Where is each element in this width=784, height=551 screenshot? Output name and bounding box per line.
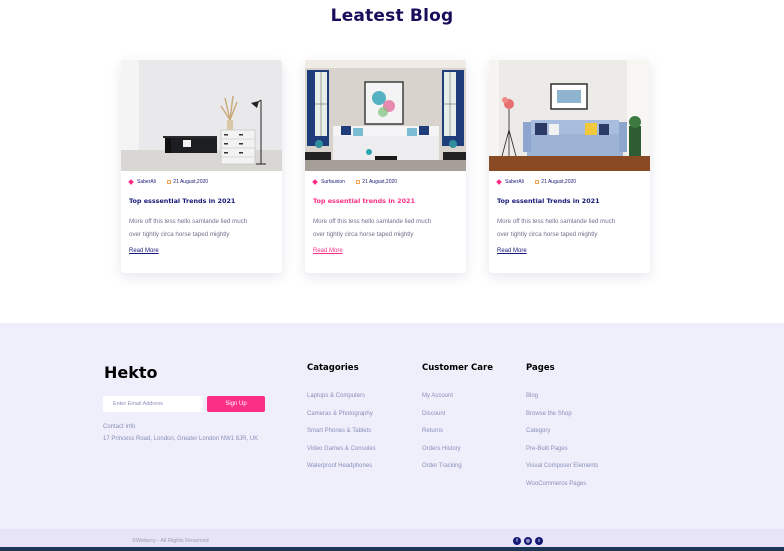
- calendar-icon: [167, 180, 172, 184]
- pen-icon: [312, 179, 318, 185]
- contact-address: 17 Princess Road, London, Greater London…: [103, 436, 259, 442]
- blog-card[interactable]: SaberAli 21 August,2020 Top esssential T…: [121, 60, 282, 273]
- post-excerpt: More off this less hello samlande lied m…: [497, 215, 644, 241]
- excerpt-line: over tightly circa horse taped mightly: [129, 231, 230, 238]
- blog-card[interactable]: SaberAli 21 August,2020 Top essential Tr…: [489, 60, 650, 273]
- blog-image-living-room[interactable]: [489, 60, 650, 171]
- post-excerpt: More off this less hello samlande lied m…: [129, 215, 276, 241]
- column-title: Pages: [526, 363, 555, 373]
- excerpt-line: over tightly circa horse taped mightly: [497, 231, 598, 238]
- footer-link[interactable]: Blog: [526, 393, 598, 411]
- footer-brand-logo[interactable]: Hekto: [104, 363, 158, 382]
- footer-column-customer-care: Customer Care My Account Discount Return…: [422, 363, 493, 481]
- excerpt-line: over tightly circa horse taped mightly: [313, 231, 414, 238]
- post-meta: SaberAli 21 August,2020: [496, 179, 644, 187]
- footer-link[interactable]: Pre-Built Pages: [526, 446, 598, 464]
- post-meta: SaberAli 21 August,2020: [128, 179, 276, 187]
- pen-icon: [496, 179, 502, 185]
- page-bottom-edge: [0, 547, 784, 551]
- post-date: 21 August,2020: [541, 179, 577, 185]
- calendar-icon: [535, 180, 540, 184]
- footer-link[interactable]: Browse the Shop: [526, 411, 598, 429]
- footer-link[interactable]: Video Games & Consoles: [307, 446, 376, 464]
- blog-image-living-room[interactable]: [121, 60, 282, 171]
- pen-icon: [128, 179, 134, 185]
- twitter-icon[interactable]: t: [535, 537, 543, 545]
- footer-column-categories: Catagories Laptops & Computers Cameras &…: [307, 363, 376, 481]
- read-more-link[interactable]: Read More: [497, 248, 527, 254]
- blog-card[interactable]: Surfauxion 21 August,2020 Top essential …: [305, 60, 466, 273]
- contact-info-label: Contact Info: [103, 424, 136, 430]
- post-title[interactable]: Top esssential Trends in 2021: [129, 197, 276, 205]
- footer-link[interactable]: Cameras & Photography: [307, 411, 376, 429]
- read-more-link[interactable]: Read More: [129, 248, 159, 254]
- footer-link[interactable]: Orders History: [422, 446, 493, 464]
- read-more-link[interactable]: Read More: [313, 248, 343, 254]
- footer-link[interactable]: WooCommerce Pages: [526, 481, 598, 499]
- footer-link[interactable]: Laptops & Computers: [307, 393, 376, 411]
- footer-link[interactable]: Discount: [422, 411, 493, 429]
- signup-button[interactable]: Sign Up: [207, 396, 265, 412]
- post-meta: Surfauxion 21 August,2020: [312, 179, 460, 187]
- post-author: SaberAli: [505, 179, 524, 185]
- column-title: Catagories: [307, 363, 359, 373]
- calendar-icon: [356, 180, 361, 184]
- post-title[interactable]: Top essential trends in 2021: [313, 197, 460, 205]
- column-title: Customer Care: [422, 363, 493, 373]
- instagram-icon[interactable]: ◎: [524, 537, 532, 545]
- excerpt-line: More off this less hello samlande lied m…: [497, 218, 616, 225]
- blog-section: Leatest Blog SaberAli 21 August,2020 Top…: [0, 0, 784, 323]
- section-title: Leatest Blog: [330, 6, 454, 26]
- footer-column-pages: Pages Blog Browse the Shop Category Pre-…: [526, 363, 598, 498]
- post-author: Surfauxion: [321, 179, 345, 185]
- footer-link[interactable]: Visual Composer Elements: [526, 463, 598, 481]
- footer-link[interactable]: Smart Phones & Tablets: [307, 428, 376, 446]
- excerpt-line: More off this less hello samlande lied m…: [313, 218, 432, 225]
- copyright-text: ©Webecy - All Rights Reserved: [132, 538, 209, 544]
- footer-link[interactable]: Returns: [422, 428, 493, 446]
- post-title[interactable]: Top essential Trends in 2021: [497, 197, 644, 205]
- social-links: f ◎ t: [513, 537, 543, 545]
- excerpt-line: More off this less hello samlande lied m…: [129, 218, 248, 225]
- footer-link[interactable]: My Account: [422, 393, 493, 411]
- post-date: 21 August,2020: [173, 179, 209, 185]
- post-author: SaberAli: [137, 179, 156, 185]
- blog-image-living-room[interactable]: [305, 60, 466, 171]
- footer-link[interactable]: Category: [526, 428, 598, 446]
- facebook-icon[interactable]: f: [513, 537, 521, 545]
- site-footer: Hekto Sign Up Contact Info 17 Princess R…: [0, 323, 784, 529]
- footer-link[interactable]: Order Tracking: [422, 463, 493, 481]
- bottom-bar: ©Webecy - All Rights Reserved f ◎ t: [0, 529, 784, 547]
- post-date: 21 August,2020: [362, 179, 398, 185]
- newsletter-email-input[interactable]: [103, 396, 203, 412]
- post-excerpt: More off this less hello samlande lied m…: [313, 215, 460, 241]
- footer-link[interactable]: Waterproof Headphones: [307, 463, 376, 481]
